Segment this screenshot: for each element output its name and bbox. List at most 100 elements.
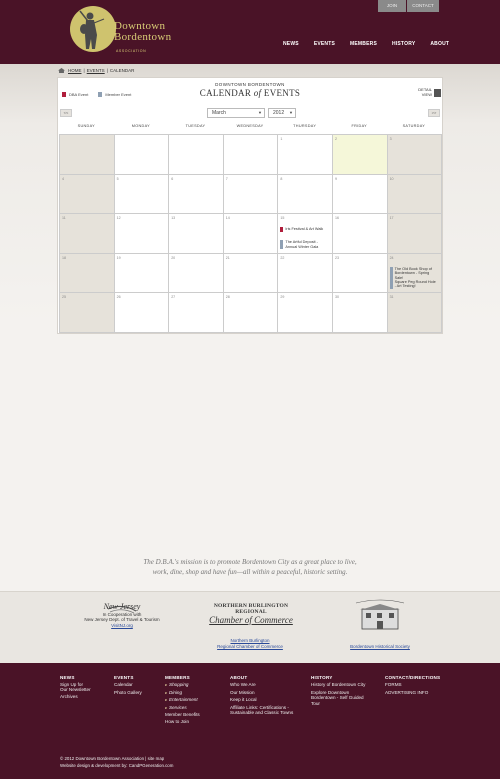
nav-members[interactable]: MEMBERS: [350, 41, 377, 47]
footer-heading[interactable]: CONTACT/DIRECTIONS: [385, 674, 440, 681]
calendar-day-cell[interactable]: 12: [114, 214, 170, 254]
calendar-day-cell[interactable]: 3: [387, 135, 443, 175]
calendar-day-cell[interactable]: [223, 135, 279, 175]
historical-society-logo[interactable]: [352, 599, 408, 633]
calendar-event[interactable]: The Artful Deposit - Annual Winter Gala: [280, 240, 328, 250]
footer-heading[interactable]: NEWS: [60, 674, 91, 681]
contact-link[interactable]: CONTACT: [407, 0, 439, 12]
footer-link[interactable]: History of Bordentown City: [311, 681, 365, 688]
historical-society-link[interactable]: Bordentown Historical Society: [350, 644, 410, 649]
day-number: 1: [280, 137, 283, 141]
prev-month-button[interactable]: <<: [60, 109, 72, 117]
calendar-day-cell[interactable]: 4: [60, 174, 115, 215]
footer-link[interactable]: Our Mission: [230, 689, 293, 696]
calendar-day-cell[interactable]: 23: [332, 253, 388, 294]
footer-link[interactable]: FORMS: [385, 681, 440, 688]
day-number: 18: [62, 255, 66, 260]
footer-link[interactable]: ▸ Services: [165, 704, 200, 711]
nav-about[interactable]: ABOUT: [430, 41, 449, 47]
footer-link[interactable]: ▸ Shopping: [165, 681, 200, 688]
footer-link[interactable]: ADVERTISING INFO: [385, 689, 440, 696]
calendar-day-cell[interactable]: 18: [60, 253, 115, 294]
calendar-event[interactable]: Iris Festival & Art Walk: [280, 227, 328, 232]
calendar-event[interactable]: The Old Book Shop of Bordentown - Spring…: [389, 266, 438, 281]
calendar-day-cell[interactable]: 28: [223, 293, 279, 333]
calendar-day-cell[interactable]: 31: [387, 293, 443, 333]
footer-heading[interactable]: HISTORY: [311, 674, 365, 681]
calendar-day-cell[interactable]: 1: [278, 135, 333, 175]
calendar-day-cell[interactable]: 29: [278, 293, 333, 333]
chevron-down-icon: ▼: [289, 110, 293, 115]
chamber-link[interactable]: Northern Burlington: [230, 638, 269, 643]
footer-link[interactable]: Keep it Local: [230, 696, 293, 703]
calendar-day-cell[interactable]: [114, 135, 170, 175]
join-link[interactable]: JOIN: [378, 0, 406, 12]
footer-link[interactable]: ▸ Dining: [165, 689, 200, 696]
calendar-day-cell[interactable]: 7: [223, 174, 279, 215]
weekday-label: MONDAY: [131, 124, 150, 128]
footer-link[interactable]: Our Newsletter: [60, 686, 91, 693]
footer-heading[interactable]: ABOUT: [230, 674, 293, 681]
calendar-day-cell[interactable]: 14: [223, 214, 279, 254]
calendar-day-cell[interactable]: 20: [169, 253, 224, 294]
calendar-day-cell[interactable]: 27: [169, 293, 224, 333]
calendar-day-cell[interactable]: [60, 135, 115, 175]
calendar-day-cell[interactable]: 19: [114, 253, 170, 294]
footer-link[interactable]: Archives: [60, 693, 91, 700]
footer-link[interactable]: Photo Gallery: [114, 689, 142, 696]
calendar-day-cell[interactable]: 25: [60, 293, 115, 333]
calendar-day-cell[interactable]: 9: [332, 174, 388, 215]
detail-view-link[interactable]: DETAIL VIEW: [412, 87, 432, 97]
chamber-logo[interactable]: NORTHERN BURLINGTON REGIONAL Chamber of …: [205, 603, 297, 625]
weekday-label: TUESDAY: [185, 124, 206, 128]
day-number: 11: [62, 216, 66, 221]
event-color-bar: [280, 227, 284, 232]
footer-heading[interactable]: EVENTS: [114, 674, 142, 681]
partner-historical: Bordentown Historical Society: [330, 644, 430, 650]
nav-history[interactable]: HISTORY: [392, 41, 415, 47]
day-number: 9: [334, 176, 337, 181]
nav-events[interactable]: EVENTS: [314, 41, 335, 47]
calendar-event[interactable]: Square Peg Round Hole - Art Testing!: [389, 279, 438, 289]
calendar-day-cell[interactable]: 22: [278, 253, 333, 294]
breadcrumb-events[interactable]: EVENTS: [87, 68, 105, 73]
day-number: 4: [62, 176, 64, 181]
calendar-day-cell[interactable]: 15 Iris Festival & Art Walk The Artful Dep…: [278, 214, 333, 254]
calendar-day-cell[interactable]: 13: [169, 214, 224, 254]
footer-link[interactable]: Member Benefits: [165, 711, 200, 718]
footer-link[interactable]: How to Join: [165, 718, 200, 725]
calendar-day-cell[interactable]: 8: [278, 174, 333, 215]
footer-link[interactable]: Sustainable and Classic Towns: [230, 709, 293, 716]
footer-link[interactable]: Who We Are: [230, 681, 293, 688]
visitnj-link[interactable]: VisitNJ.org: [111, 623, 133, 628]
chamber-link[interactable]: Regional Chamber of Commerce: [217, 644, 283, 649]
footer-link[interactable]: ▸ Entertainment: [165, 696, 200, 703]
logo-line-2: Bordentown: [114, 31, 172, 43]
calendar-day-cell[interactable]: 2: [332, 135, 388, 175]
calendar-day-cell[interactable]: 17: [387, 214, 443, 254]
calendar-day-cell[interactable]: [169, 135, 224, 175]
detail-view-icon[interactable]: [434, 89, 441, 97]
year-select[interactable]: 2012 ▼: [268, 108, 296, 118]
footer-col-about: ABOUT Who We Are Our Mission Keep it Loc…: [230, 674, 293, 716]
logo-wordmark[interactable]: Downtown Bordentown: [114, 21, 171, 43]
breadcrumb-home[interactable]: HOME: [68, 68, 82, 73]
calendar-day-cell[interactable]: 21: [223, 253, 279, 294]
calendar-day-cell[interactable]: 11: [60, 214, 115, 254]
footer-link[interactable]: Calendar: [114, 681, 142, 688]
footer-heading[interactable]: MEMBERS: [165, 674, 200, 681]
calendar-day-cell[interactable]: 30: [332, 293, 388, 333]
month-select[interactable]: March ▼: [207, 108, 265, 118]
calendar-day-cell[interactable]: 6: [169, 174, 224, 215]
home-icon[interactable]: [58, 68, 65, 73]
logo-subtitle: ASSOCIATION: [116, 49, 147, 53]
calendar-day-cell[interactable]: 10: [387, 174, 443, 215]
weekday-label: SUNDAY: [77, 124, 95, 128]
next-month-button[interactable]: >>: [428, 109, 440, 117]
calendar-day-cell[interactable]: 16: [332, 214, 388, 254]
calendar-day-cell[interactable]: 5: [114, 174, 170, 215]
nav-news[interactable]: NEWS: [283, 41, 299, 47]
calendar-day-cell[interactable]: 26: [114, 293, 170, 333]
day-number: 13: [171, 216, 176, 221]
calendar-day-cell[interactable]: 24 The Old Book Shop of Bordentown - Spri…: [387, 253, 443, 294]
